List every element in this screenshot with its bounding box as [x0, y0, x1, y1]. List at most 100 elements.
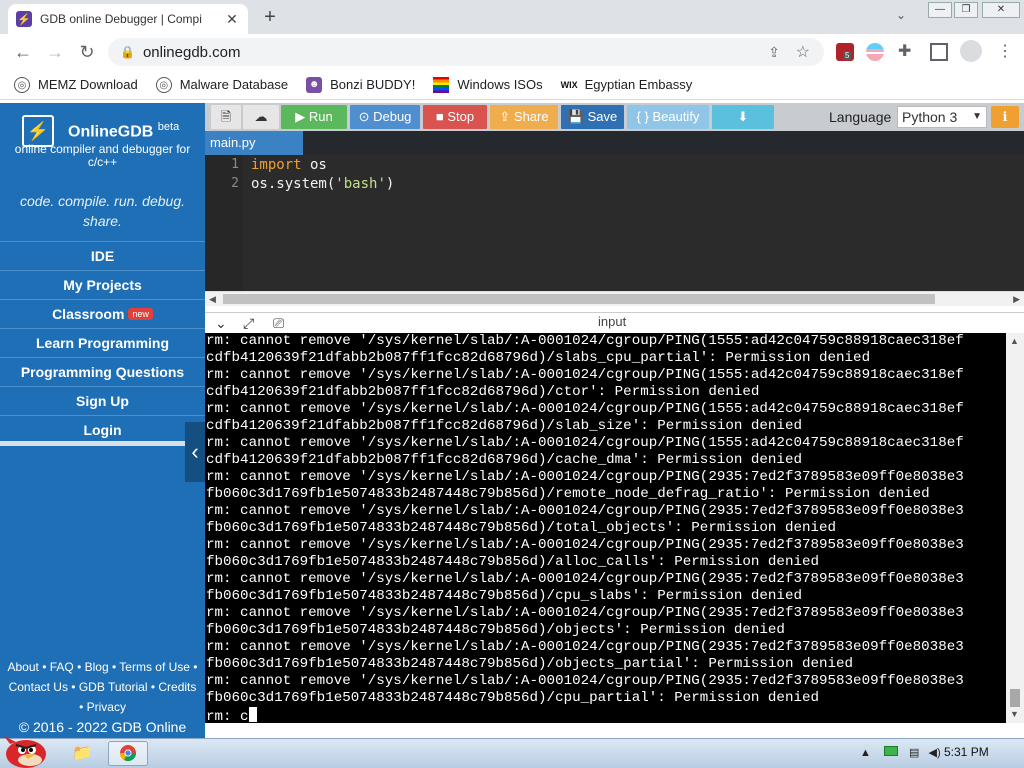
tab-close-icon[interactable]: ✕	[224, 11, 240, 28]
debug-button[interactable]: ⊙ Debug	[350, 105, 420, 129]
sidebar-item-my-projects[interactable]: My Projects	[0, 270, 205, 299]
bookmark-memz[interactable]: ◎ MEMZ Download	[14, 76, 138, 93]
globe-icon: ◎	[155, 76, 172, 93]
bookmark-bonzi-buddy[interactable]: ☻ Bonzi BUDDY!	[306, 76, 416, 93]
minimize-button[interactable]: —	[928, 2, 952, 18]
back-arrow-icon[interactable]: ←	[8, 37, 38, 67]
console-line: rm: cannot remove '/sys/kernel/slab/:A-0…	[206, 333, 964, 349]
bookmark-windows-isos[interactable]: Windows ISOs	[433, 76, 543, 93]
footer-links[interactable]: About • FAQ • Blog • Terms of Use •	[0, 657, 205, 677]
network-icon[interactable]: ▤	[909, 747, 919, 759]
volume-icon[interactable]: ◀)	[928, 747, 940, 759]
collapse-sidebar-chevron-icon[interactable]: ‹	[185, 422, 205, 482]
sidebar-item-programming-questions[interactable]: Programming Questions	[0, 357, 205, 386]
bookmark-label: Windows ISOs	[457, 77, 543, 92]
battery-icon[interactable]	[883, 746, 898, 756]
side-panel-icon[interactable]	[930, 43, 948, 61]
scroll-left-icon[interactable]: ◀	[209, 292, 216, 306]
stop-button[interactable]: ■ Stop	[423, 105, 487, 129]
info-icon[interactable]: ℹ	[991, 106, 1019, 128]
bookmark-malware-database[interactable]: ◎ Malware Database	[155, 76, 288, 93]
new-file-icon[interactable]: 🗎	[211, 105, 241, 129]
sidebar-item-ide[interactable]: IDE	[0, 241, 205, 270]
reload-icon[interactable]: ↻	[72, 37, 102, 67]
scroll-down-icon[interactable]: ▼	[1010, 709, 1019, 719]
restore-button[interactable]: ❐	[954, 2, 978, 18]
tab-title: GDB online Debugger | Compi	[40, 12, 202, 26]
bookmark-label: MEMZ Download	[38, 77, 138, 92]
bookmark-egyptian-embassy[interactable]: WIX Egyptian Embassy	[561, 77, 693, 93]
console-line: cdfb4120639f21dfabb2b087ff1fcc82d68796d)…	[206, 418, 802, 434]
onlinegdb-logo[interactable]: ⚡ OnlineGDB beta online compiler and deb…	[0, 103, 205, 181]
scroll-thumb[interactable]	[223, 294, 935, 304]
code-editor[interactable]: 1 2 import os os.system('bash')	[205, 155, 1024, 291]
address-bar[interactable]: 🔒 onlinegdb.com ⇪ ☆	[108, 38, 824, 66]
save-button[interactable]: 💾 Save	[561, 105, 624, 129]
bookmark-star-icon[interactable]: ☆	[796, 42, 810, 62]
extensions-puzzle-icon[interactable]: ✚	[898, 43, 916, 61]
share-label: Share	[513, 109, 549, 124]
beautify-button[interactable]: { } Beautify	[627, 105, 709, 129]
console-line: fb060c3d1769fb1e5074833b2487448c79b856d)…	[206, 622, 785, 638]
scroll-thumb[interactable]	[1010, 689, 1020, 707]
sidebar-item-classroom[interactable]: Classroom new	[0, 299, 205, 328]
code-text: )	[385, 176, 395, 192]
bonzi-icon: ☻	[306, 76, 323, 93]
upload-icon[interactable]: ☁	[243, 105, 279, 129]
console-line: fb060c3d1769fb1e5074833b2487448c79b856d)…	[206, 554, 819, 570]
rainbow-flag-icon	[433, 76, 450, 93]
console-line: cdfb4120639f21dfabb2b087ff1fcc82d68796d)…	[206, 350, 871, 366]
chevron-down-icon[interactable]: ⌄	[215, 315, 227, 332]
system-tray: ▲ ▤ ◀)	[860, 746, 941, 759]
debug-label: Debug	[373, 109, 412, 124]
new-badge: new	[128, 308, 153, 320]
share-icon[interactable]: ⇪	[768, 44, 780, 61]
clear-console-icon[interactable]: ⎚	[273, 315, 284, 332]
console-line: cdfb4120639f21dfabb2b087ff1fcc82d68796d)…	[206, 384, 760, 400]
show-hidden-icons-icon[interactable]: ▲	[860, 747, 871, 759]
new-tab-button[interactable]: +	[258, 6, 282, 28]
footer-links[interactable]: • Privacy	[0, 697, 205, 717]
sidebar-item-sign-up[interactable]: Sign Up	[0, 386, 205, 415]
file-explorer-icon[interactable]: 📁	[62, 741, 102, 766]
console-line: fb060c3d1769fb1e5074833b2487448c79b856d)…	[206, 520, 837, 536]
sidebar-item-label: Sign Up	[76, 393, 129, 409]
run-button[interactable]: ▶ Run	[281, 105, 347, 129]
sidebar-item-label: My Projects	[63, 277, 142, 293]
console-line: fb060c3d1769fb1e5074833b2487448c79b856d)…	[206, 656, 854, 672]
browser-tab[interactable]: ⚡ GDB online Debugger | Compi ✕	[8, 4, 248, 34]
browser-tab-strip: ⚡ GDB online Debugger | Compi ✕ + ⌄ — ❐ …	[0, 0, 1024, 34]
forward-arrow-icon[interactable]: →	[40, 37, 70, 67]
file-tab-main-py[interactable]: main.py	[205, 131, 303, 155]
editor-horizontal-scrollbar[interactable]: ◀ ▶	[205, 291, 1024, 306]
scroll-up-icon[interactable]: ▲	[1010, 336, 1019, 346]
expand-icon[interactable]: ⤢	[243, 315, 254, 332]
footer-links[interactable]: Contact Us • GDB Tutorial • Credits	[0, 677, 205, 697]
bookmark-label: Egyptian Embassy	[584, 77, 693, 92]
close-window-button[interactable]: ✕	[982, 2, 1020, 18]
sidebar-divider	[0, 441, 205, 446]
ublock-extension-icon[interactable]: 5	[836, 43, 854, 61]
language-select[interactable]: Python 3 ▼	[897, 106, 987, 128]
share-button[interactable]: ⇪ Share	[490, 105, 558, 129]
sidebar-item-label: Programming Questions	[20, 364, 185, 380]
chrome-taskbar-icon[interactable]	[108, 741, 148, 766]
scroll-right-icon[interactable]: ▶	[1013, 292, 1020, 306]
sidebar-item-login[interactable]: Login	[0, 415, 205, 444]
bookmark-label: Bonzi BUDDY!	[330, 77, 416, 92]
tab-search-chevron-icon[interactable]: ⌄	[896, 8, 906, 22]
flag-extension-icon[interactable]	[866, 43, 884, 61]
start-button-angry-bird-icon[interactable]	[2, 730, 50, 768]
sidebar-item-learn-programming[interactable]: Learn Programming	[0, 328, 205, 357]
profile-avatar[interactable]	[960, 40, 982, 62]
console-line: fb060c3d1769fb1e5074833b2487448c79b856d)…	[206, 486, 930, 502]
lock-icon[interactable]: 🔒	[120, 45, 135, 59]
console-output[interactable]: rm: cannot remove '/sys/kernel/slab/:A-0…	[205, 333, 1006, 723]
console-lines: rm: cannot remove '/sys/kernel/slab/:A-0…	[206, 333, 1006, 707]
browser-menu-icon[interactable]: ⋮	[996, 43, 1014, 61]
code-text: os.system(	[251, 176, 336, 192]
taskbar-clock[interactable]: 5:31 PM	[944, 745, 989, 759]
console-vertical-scrollbar[interactable]: ▲ ▼	[1006, 333, 1024, 723]
console-line: rm: cannot remove '/sys/kernel/slab/:A-0…	[206, 537, 964, 553]
download-button[interactable]: ⬇	[712, 105, 774, 129]
